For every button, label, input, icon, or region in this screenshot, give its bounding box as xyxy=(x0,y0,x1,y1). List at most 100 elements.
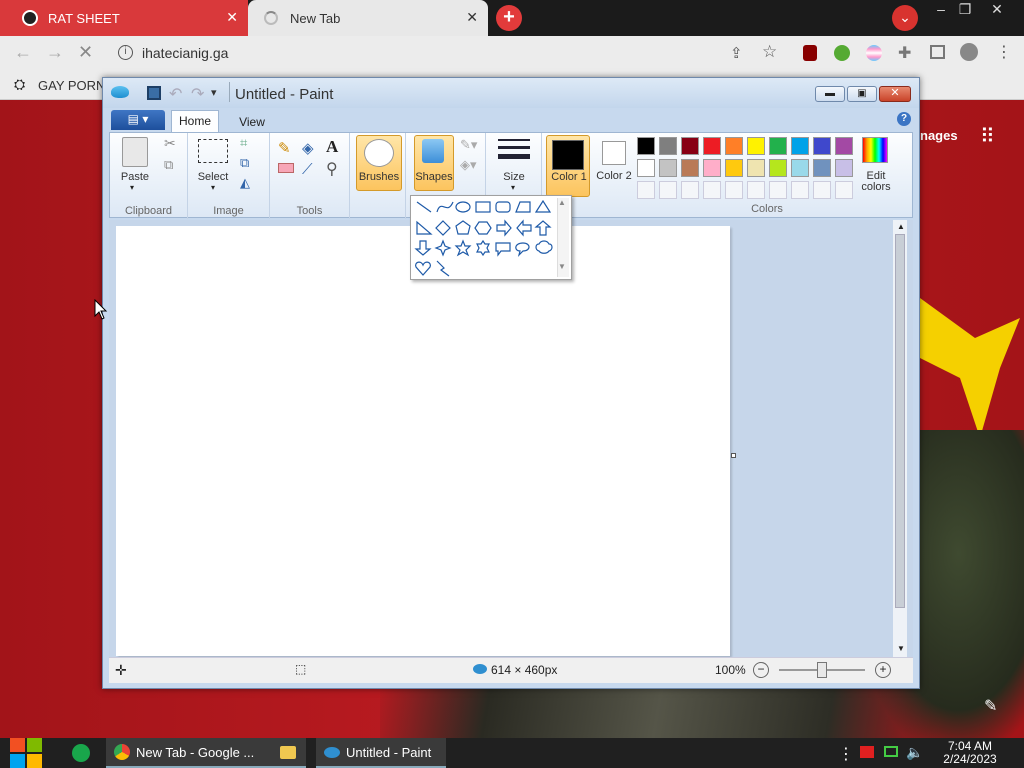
palette-empty-swatch[interactable] xyxy=(813,181,831,199)
taskbar-item-paint[interactable]: Untitled - Paint xyxy=(316,738,446,768)
edit-pencil-icon[interactable]: ✎ xyxy=(984,696,997,716)
site-info-icon[interactable]: i xyxy=(118,45,133,60)
url-text[interactable]: ihatecianig.ga xyxy=(142,45,228,61)
shapes-icon[interactable] xyxy=(422,139,444,163)
zoom-in-icon[interactable]: + xyxy=(875,662,891,678)
close-button[interactable]: ✕ xyxy=(879,86,911,102)
color2-button[interactable]: Color 2 xyxy=(594,135,634,197)
five-point-star-shape-icon[interactable] xyxy=(454,239,472,257)
text-icon[interactable]: A xyxy=(326,137,338,157)
brushes-icon[interactable] xyxy=(364,139,394,167)
palette-color-swatch[interactable] xyxy=(703,137,721,155)
palette-color-swatch[interactable] xyxy=(637,137,655,155)
flag-notification-icon[interactable] xyxy=(860,746,874,758)
oval-shape-icon[interactable] xyxy=(455,201,471,213)
fill-icon[interactable]: ◈ xyxy=(302,139,314,157)
file-explorer-icon[interactable] xyxy=(280,746,296,759)
palette-color-swatch[interactable] xyxy=(681,137,699,155)
triangle-shape-icon[interactable] xyxy=(534,199,552,213)
palette-color-swatch[interactable] xyxy=(681,159,699,177)
heart-shape-icon[interactable] xyxy=(415,261,431,276)
taskbar-item-chrome[interactable]: New Tab - Google ... xyxy=(106,738,306,768)
select-button-label[interactable]: Select xyxy=(190,171,236,183)
forward-arrow-icon[interactable]: → xyxy=(46,42,64,63)
palette-color-swatch[interactable] xyxy=(813,137,831,155)
palette-color-swatch[interactable] xyxy=(791,137,809,155)
oval-callout-shape-icon[interactable] xyxy=(515,242,530,257)
crop-icon[interactable]: ⌗ xyxy=(240,135,247,151)
fill-shape-icon[interactable]: ◈▾ xyxy=(460,157,477,173)
cut-icon[interactable]: ✂ xyxy=(164,135,176,152)
palette-color-swatch[interactable] xyxy=(835,159,853,177)
tab-home[interactable]: Home xyxy=(171,110,219,132)
zoom-slider-thumb[interactable] xyxy=(817,662,827,678)
color-picker-icon[interactable]: ⟋ xyxy=(302,161,313,178)
down-arrow-shape-icon[interactable] xyxy=(414,240,432,256)
select-icon[interactable] xyxy=(198,139,228,163)
tab-close-icon[interactable]: ✕ xyxy=(226,9,238,26)
redo-icon[interactable]: ↷ xyxy=(191,84,204,104)
overflow-menu-icon[interactable]: ⋮ xyxy=(838,744,854,764)
stop-icon[interactable]: ✕ xyxy=(78,42,93,63)
extension-flag-icon[interactable] xyxy=(866,45,882,61)
taskbar-app-icon[interactable] xyxy=(72,744,90,762)
help-icon[interactable]: ? xyxy=(897,112,911,126)
quick-access-dropdown-icon[interactable]: ▾ xyxy=(211,86,217,99)
clock[interactable]: 7:04 AM 2/24/2023 xyxy=(930,740,1010,766)
tab-close-icon[interactable]: ✕ xyxy=(466,9,478,26)
curve-shape-icon[interactable] xyxy=(436,201,454,213)
palette-color-swatch[interactable] xyxy=(725,137,743,155)
palette-color-swatch[interactable] xyxy=(769,137,787,155)
four-point-star-shape-icon[interactable] xyxy=(434,239,452,257)
rectangle-shape-icon[interactable] xyxy=(475,201,491,213)
rectangular-callout-shape-icon[interactable] xyxy=(495,242,511,257)
palette-color-swatch[interactable] xyxy=(725,159,743,177)
copy-icon[interactable]: ⧉ xyxy=(164,157,173,173)
close-button[interactable]: ✕ xyxy=(980,0,1014,20)
tab-new-tab[interactable]: New Tab ✕ xyxy=(248,0,488,36)
magnifier-icon[interactable]: ⚲ xyxy=(326,159,338,179)
right-arrow-shape-icon[interactable] xyxy=(496,219,512,237)
edit-colors-button[interactable]: Edit colors xyxy=(854,135,898,205)
palette-empty-swatch[interactable] xyxy=(703,181,721,199)
palette-color-swatch[interactable] xyxy=(637,159,655,177)
size-dropdown-icon[interactable]: ▾ xyxy=(511,183,515,192)
polygon-shape-icon[interactable] xyxy=(515,201,531,213)
gallery-scroll-up-icon[interactable]: ▲ xyxy=(558,198,566,207)
palette-color-swatch[interactable] xyxy=(659,137,677,155)
paste-dropdown-icon[interactable]: ▾ xyxy=(130,183,134,192)
palette-color-swatch[interactable] xyxy=(703,159,721,177)
rotate-icon[interactable]: ◭ xyxy=(240,175,250,191)
pentagon-shape-icon[interactable] xyxy=(455,220,471,235)
palette-color-swatch[interactable] xyxy=(791,159,809,177)
palette-empty-swatch[interactable] xyxy=(747,181,765,199)
palette-color-swatch[interactable] xyxy=(813,159,831,177)
palette-empty-swatch[interactable] xyxy=(835,181,853,199)
tab-rat-sheet[interactable]: RAT SHEET ✕ xyxy=(0,0,248,36)
bookmark-item[interactable]: GAY PORN xyxy=(38,78,105,93)
extensions-puzzle-icon[interactable]: ✚ xyxy=(898,43,911,63)
start-button[interactable] xyxy=(10,738,44,768)
drawing-canvas[interactable] xyxy=(116,226,730,656)
hexagon-shape-icon[interactable] xyxy=(474,221,492,235)
restore-button[interactable]: ❐ xyxy=(948,0,982,20)
color1-button[interactable]: Color 1 xyxy=(546,135,590,197)
share-icon[interactable]: ⇪ xyxy=(730,44,743,62)
eraser-icon[interactable] xyxy=(278,163,294,173)
tab-search-chevron-icon[interactable]: ⌄ xyxy=(892,5,918,31)
scroll-thumb[interactable] xyxy=(895,234,905,608)
scroll-up-icon[interactable]: ▲ xyxy=(897,222,905,231)
side-panel-icon[interactable] xyxy=(930,45,945,59)
vertical-scrollbar[interactable]: ▲ ▼ xyxy=(893,220,907,657)
gallery-scroll-down-icon[interactable]: ▼ xyxy=(558,262,566,271)
palette-empty-swatch[interactable] xyxy=(769,181,787,199)
brushes-button-label[interactable]: Brushes xyxy=(356,171,402,183)
six-point-star-shape-icon[interactable] xyxy=(476,239,490,257)
resize-icon[interactable]: ⧉ xyxy=(240,155,249,171)
back-arrow-icon[interactable]: ← xyxy=(14,42,32,63)
ublock-extension-icon[interactable] xyxy=(803,45,817,61)
paste-button-label[interactable]: Paste xyxy=(110,171,160,183)
maximize-button[interactable]: ▣ xyxy=(847,86,877,102)
palette-empty-swatch[interactable] xyxy=(725,181,743,199)
left-arrow-shape-icon[interactable] xyxy=(516,219,532,237)
